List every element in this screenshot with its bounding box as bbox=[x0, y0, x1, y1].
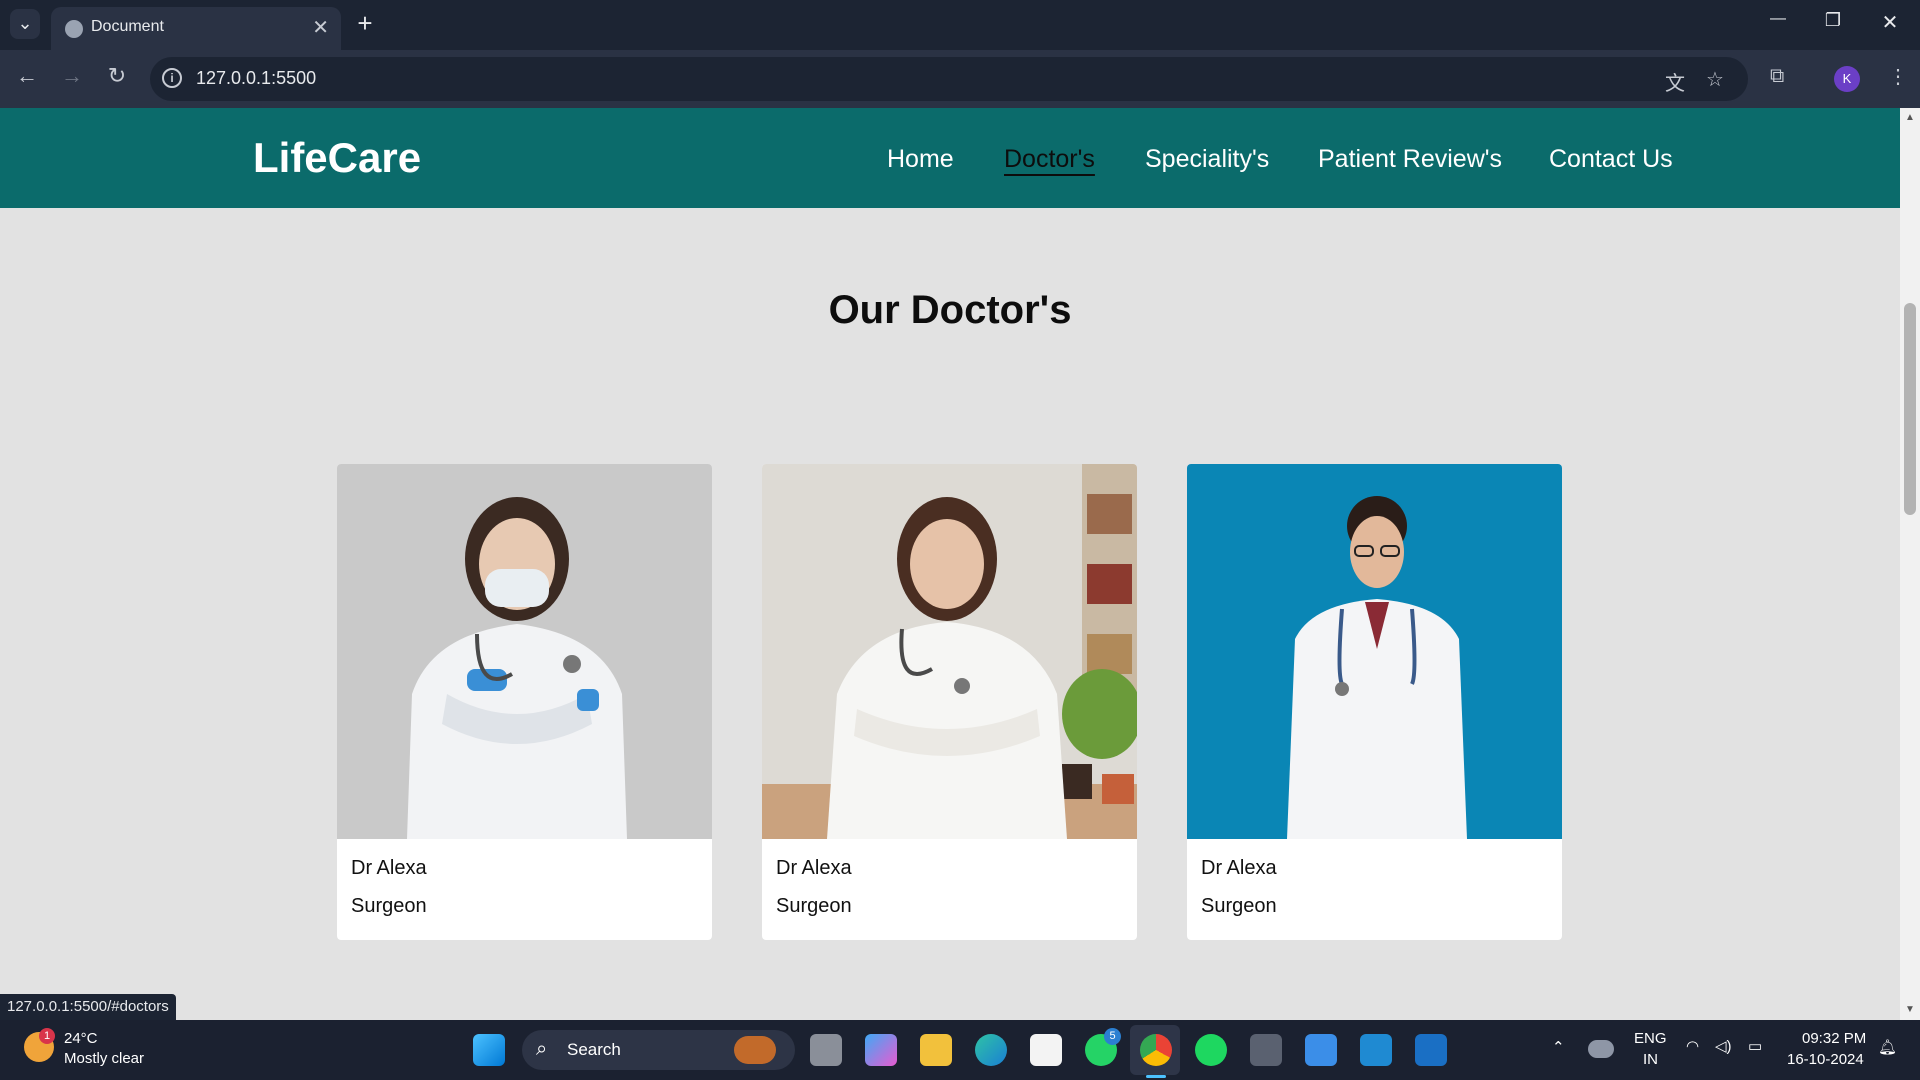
weather-badge: 1 bbox=[39, 1028, 55, 1044]
ms-store-icon[interactable] bbox=[1030, 1034, 1062, 1066]
bookmark-star-icon[interactable]: ☆ bbox=[1706, 67, 1724, 92]
doctor-photo bbox=[337, 464, 712, 839]
wifi-icon[interactable]: ◠ bbox=[1686, 1037, 1699, 1055]
nav-home[interactable]: Home bbox=[887, 145, 954, 174]
page-scrollbar[interactable]: ▲ ▼ bbox=[1900, 108, 1920, 1020]
doctor-role: Surgeon bbox=[776, 895, 852, 917]
search-label: Search bbox=[567, 1040, 621, 1059]
windows-start-icon[interactable] bbox=[473, 1034, 505, 1066]
spotify-icon[interactable] bbox=[1195, 1034, 1227, 1066]
chrome-active-indicator bbox=[1146, 1075, 1166, 1078]
doctor-name: Dr Alexa bbox=[1201, 857, 1277, 879]
language-indicator-line1[interactable]: ENG bbox=[1634, 1030, 1667, 1047]
link-status-bubble: 127.0.0.1:5500/#doctors bbox=[0, 994, 176, 1020]
chrome-icon[interactable] bbox=[1140, 1034, 1172, 1066]
notification-bell-icon[interactable]: 🔔︎ bbox=[1878, 1038, 1897, 1056]
scroll-down-icon[interactable]: ▼ bbox=[1905, 1004, 1915, 1015]
close-window-button[interactable]: ✕ bbox=[1872, 10, 1908, 35]
windows-taskbar: 1 24°C Mostly clear ⌕ Search 5 ⌃ ENG IN … bbox=[0, 1020, 1920, 1080]
battery-icon[interactable]: ▭ bbox=[1748, 1037, 1762, 1055]
forward-icon[interactable]: → bbox=[57, 63, 87, 89]
new-tab-button[interactable]: + bbox=[350, 8, 380, 39]
doctor-card: Dr Alexa Surgeon bbox=[1187, 464, 1562, 940]
scroll-up-icon[interactable]: ▲ bbox=[1905, 112, 1915, 123]
web-page: LifeCare Home Doctor's Speciality's Pati… bbox=[0, 108, 1900, 1020]
section-heading: Our Doctor's bbox=[828, 288, 1072, 332]
clock-date[interactable]: 16-10-2024 bbox=[1787, 1051, 1864, 1068]
minimize-button[interactable]: — bbox=[1760, 10, 1796, 28]
doctor-card: Dr Alexa Surgeon bbox=[762, 464, 1137, 940]
file-explorer-icon[interactable] bbox=[920, 1034, 952, 1066]
tab-close-icon[interactable]: ✕ bbox=[312, 15, 329, 40]
browser-titlebar: ⌄ Document ✕ + — ❐ ✕ bbox=[0, 0, 1920, 50]
doctor-photo bbox=[1187, 464, 1562, 839]
more-menu-icon[interactable]: ⋮ bbox=[1888, 64, 1908, 89]
doctor-role: Surgeon bbox=[351, 895, 427, 917]
site-info-icon[interactable]: i bbox=[162, 68, 182, 88]
address-bar[interactable]: i 127.0.0.1:5500 文 ☆ bbox=[150, 57, 1748, 101]
reload-icon[interactable]: ↻ bbox=[102, 63, 132, 89]
copilot-icon[interactable] bbox=[865, 1034, 897, 1066]
edge-icon[interactable] bbox=[975, 1034, 1007, 1066]
language-indicator-line2[interactable]: IN bbox=[1643, 1051, 1658, 1068]
url-text[interactable]: 127.0.0.1:5500 bbox=[196, 68, 316, 89]
tab-title: Document bbox=[91, 18, 164, 35]
globe-icon bbox=[65, 20, 83, 38]
translate-icon[interactable]: 文 bbox=[1665, 67, 1685, 96]
doctor-card: Dr Alexa Surgeon bbox=[337, 464, 712, 940]
onedrive-icon[interactable] bbox=[1588, 1040, 1614, 1058]
restore-button[interactable]: ❐ bbox=[1815, 10, 1851, 31]
doctor-name: Dr Alexa bbox=[351, 857, 427, 879]
doctor-name: Dr Alexa bbox=[776, 857, 852, 879]
photos-icon[interactable] bbox=[1305, 1034, 1337, 1066]
browser-toolbar: ← → ↻ i 127.0.0.1:5500 文 ☆ ⧉ K ⋮ bbox=[0, 50, 1920, 108]
site-navbar: LifeCare Home Doctor's Speciality's Pati… bbox=[0, 108, 1900, 208]
profile-avatar[interactable]: K bbox=[1834, 66, 1860, 92]
weather-description[interactable]: Mostly clear bbox=[64, 1050, 144, 1067]
vscode-icon[interactable] bbox=[1360, 1034, 1392, 1066]
calculator-icon[interactable] bbox=[1250, 1034, 1282, 1066]
scrollbar-thumb[interactable] bbox=[1904, 303, 1916, 515]
outlook-icon[interactable] bbox=[1415, 1034, 1447, 1066]
search-icon: ⌕ bbox=[536, 1038, 548, 1060]
tab-search-button[interactable]: ⌄ bbox=[10, 9, 40, 39]
search-highlight-icon bbox=[734, 1036, 776, 1064]
volume-icon[interactable]: ◁) bbox=[1715, 1037, 1732, 1055]
nav-doctors[interactable]: Doctor's bbox=[1004, 145, 1095, 174]
show-hidden-icons-icon[interactable]: ⌃ bbox=[1552, 1038, 1565, 1056]
whatsapp-badge: 5 bbox=[1104, 1028, 1121, 1045]
task-view-icon[interactable] bbox=[810, 1034, 842, 1066]
nav-patient-reviews[interactable]: Patient Review's bbox=[1318, 145, 1502, 174]
extensions-icon[interactable]: ⧉ bbox=[1770, 65, 1784, 88]
nav-contact-us[interactable]: Contact Us bbox=[1549, 145, 1673, 174]
site-logo[interactable]: LifeCare bbox=[253, 134, 421, 182]
taskbar-search[interactable]: ⌕ Search bbox=[522, 1030, 795, 1070]
nav-specialities[interactable]: Speciality's bbox=[1145, 145, 1269, 174]
weather-temperature[interactable]: 24°C bbox=[64, 1030, 98, 1047]
browser-tab[interactable]: Document ✕ bbox=[51, 7, 341, 50]
clock-time[interactable]: 09:32 PM bbox=[1802, 1030, 1866, 1047]
doctor-role: Surgeon bbox=[1201, 895, 1277, 917]
back-icon[interactable]: ← bbox=[12, 63, 42, 89]
doctor-photo bbox=[762, 464, 1137, 839]
